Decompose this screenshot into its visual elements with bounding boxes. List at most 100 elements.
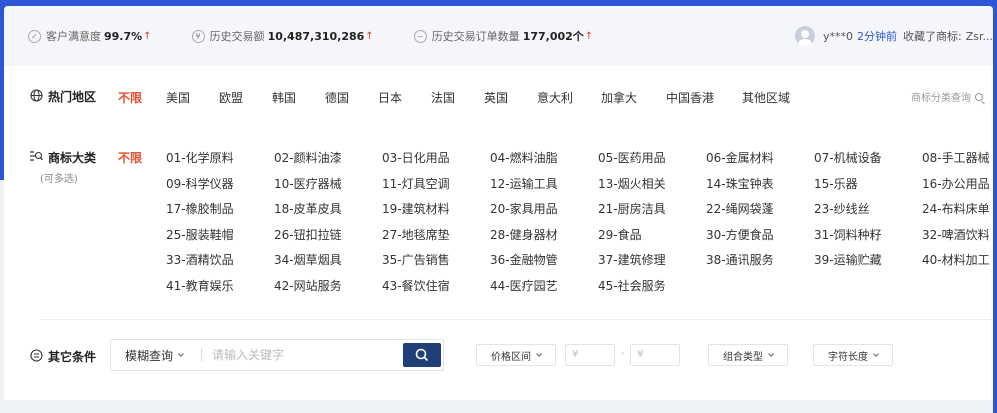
trademark-class-option[interactable]: 01-化学原料 — [166, 149, 234, 166]
chart-icon: ~ — [413, 29, 427, 43]
trademark-class-option[interactable]: 29-食品 — [598, 226, 642, 243]
trademark-class-option[interactable]: 31-饲料种籽 — [814, 226, 882, 243]
trademark-class-option[interactable]: 18-皮革皮具 — [274, 200, 342, 217]
search-mode-label: 模糊查询 — [125, 348, 174, 363]
combo-type-select[interactable]: 组合类型 — [708, 344, 788, 366]
trademark-class-option[interactable]: 08-手工器械 — [922, 149, 990, 166]
stat-value: 10,487,310,286 — [267, 29, 365, 43]
char-length-select[interactable]: 字符长度 — [813, 344, 893, 366]
stat-label: 历史交易订单数量 — [431, 30, 520, 43]
trademark-class-option[interactable]: 42-网站服务 — [274, 277, 342, 294]
list-icon — [30, 150, 43, 165]
yen-icon: ¥ — [191, 29, 205, 43]
activity-ticker: y***0 2分钟前 收藏了商标: Zsr... — [794, 6, 993, 66]
trademark-class-option[interactable]: 37-建筑修理 — [598, 251, 666, 268]
price-range-label: 价格区间 — [491, 351, 531, 363]
stat-value: 99.7% — [104, 29, 143, 43]
chevron-down-icon — [178, 351, 184, 357]
region-option[interactable]: 韩国 — [272, 89, 296, 106]
region-option[interactable]: 中国香港 — [666, 89, 714, 106]
trademark-class-option[interactable]: 25-服装鞋帽 — [166, 226, 234, 243]
trademark-class-option[interactable]: 09-科学仪器 — [166, 175, 234, 192]
trademark-class-option[interactable]: 19-建筑材料 — [382, 200, 450, 217]
search-button[interactable] — [403, 343, 441, 367]
region-unlimited-option[interactable]: 不限 — [118, 89, 142, 106]
stat-label: 历史交易额 — [209, 30, 265, 43]
trademark-class-option[interactable]: 34-烟草烟具 — [274, 251, 342, 268]
region-option[interactable]: 法国 — [431, 89, 455, 106]
price-max-input[interactable]: ¥ — [630, 344, 680, 366]
trademark-class-option[interactable]: 02-颜料油漆 — [274, 149, 342, 166]
trademark-class-option[interactable]: 06-金属材料 — [706, 149, 774, 166]
trademark-class-option[interactable]: 22-绳网袋蓬 — [706, 200, 774, 217]
ticker-time: 2分钟前 — [857, 30, 897, 43]
trademark-class-option[interactable]: 13-烟火相关 — [598, 175, 666, 192]
trademark-class-option[interactable]: 23-纱线丝 — [814, 200, 870, 217]
trademark-class-option[interactable]: 41-教育娱乐 — [166, 277, 234, 294]
trademark-class-option[interactable]: 44-医疗园艺 — [490, 277, 558, 294]
chevron-down-icon — [768, 351, 774, 357]
trademark-class-option[interactable]: 24-布料床单 — [922, 200, 990, 217]
ticker-user: y***0 — [822, 29, 853, 43]
trademark-class-option[interactable]: 27-地毯席垫 — [382, 226, 450, 243]
region-option[interactable]: 英国 — [484, 89, 508, 106]
trademark-class-option[interactable]: 17-橡胶制品 — [166, 200, 234, 217]
trademark-class-option[interactable]: 32-啤酒饮料 — [922, 226, 990, 243]
category-search-label: 商标分类查询 — [911, 93, 971, 104]
price-separator: - — [621, 348, 625, 359]
trademark-class-option[interactable]: 45-社会服务 — [598, 277, 666, 294]
multi-select-hint: (可多选) — [40, 174, 78, 185]
stat-value: 177,002个 — [522, 30, 584, 43]
trademark-class-option[interactable]: 07-机械设备 — [814, 149, 882, 166]
ticker-item[interactable]: Zsr... — [966, 30, 993, 43]
trademark-class-option[interactable]: 10-医疗器械 — [274, 175, 342, 192]
trademark-class-option[interactable]: 38-通讯服务 — [706, 251, 774, 268]
filter-icon — [30, 348, 43, 365]
region-option[interactable]: 欧盟 — [219, 89, 243, 106]
trademark-class-option[interactable]: 35-广告销售 — [382, 251, 450, 268]
keyword-input[interactable] — [202, 348, 403, 362]
filter-panel: ✓ 客户满意度 99.7% ↑ ¥ 历史交易额 10,487,310,286 ↑… — [4, 6, 993, 406]
trademark-class-option[interactable]: 36-金融物管 — [490, 251, 558, 268]
trademark-class-option[interactable]: 33-酒精饮品 — [166, 251, 234, 268]
trademark-classes-title: 商标大类 — [48, 151, 97, 165]
other-conditions-title: 其它条件 — [48, 350, 97, 364]
category-search-link[interactable]: 商标分类查询 — [911, 89, 983, 104]
background-edge-right — [993, 0, 997, 413]
stat-transaction-amount: ¥ 历史交易额 10,487,310,286 ↑ — [191, 28, 374, 44]
search-icon — [975, 92, 983, 101]
region-option[interactable]: 意大利 — [537, 89, 573, 106]
trademark-class-option[interactable]: 04-燃料油脂 — [490, 149, 558, 166]
trademark-class-option[interactable]: 05-医药用品 — [598, 149, 666, 166]
region-option[interactable]: 其他区域 — [742, 89, 790, 106]
keyword-search-box: 模糊查询 — [110, 339, 444, 371]
trademark-class-option[interactable]: 39-运输贮藏 — [814, 251, 882, 268]
trademark-classes-label: 商标大类 — [30, 149, 96, 166]
trademark-class-option[interactable]: 14-珠宝钟表 — [706, 175, 774, 192]
search-icon — [415, 348, 429, 362]
trademark-class-option[interactable]: 26-钮扣拉链 — [274, 226, 342, 243]
class-unlimited-option[interactable]: 不限 — [118, 149, 142, 166]
trademark-class-option[interactable]: 40-材料加工 — [922, 251, 990, 268]
trademark-class-option[interactable]: 11-灯具空调 — [382, 175, 450, 192]
trademark-class-option[interactable]: 16-办公用品 — [922, 175, 990, 192]
price-range-select[interactable]: 价格区间 — [476, 344, 556, 366]
price-min-input[interactable]: ¥ — [565, 344, 615, 366]
region-option[interactable]: 加拿大 — [601, 89, 637, 106]
trademark-class-option[interactable]: 43-餐饮住宿 — [382, 277, 450, 294]
trademark-class-option[interactable]: 20-家具用品 — [490, 200, 558, 217]
trademark-class-option[interactable]: 12-运输工具 — [490, 175, 558, 192]
region-option[interactable]: 美国 — [166, 89, 190, 106]
region-option[interactable]: 日本 — [378, 89, 402, 106]
trademark-class-option[interactable]: 30-方便食品 — [706, 226, 774, 243]
trademark-class-option[interactable]: 03-日化用品 — [382, 149, 450, 166]
hot-regions-label: 热门地区 — [30, 88, 96, 105]
trademark-class-option[interactable]: 21-厨房洁具 — [598, 200, 666, 217]
stat-order-count: ~ 历史交易订单数量 177,002个 ↑ — [413, 28, 593, 44]
stat-label: 客户满意度 — [46, 30, 101, 43]
trademark-class-option[interactable]: 15-乐器 — [814, 175, 858, 192]
search-mode-select[interactable]: 模糊查询 — [111, 347, 201, 364]
combo-type-label: 组合类型 — [723, 351, 763, 363]
trademark-class-option[interactable]: 28-健身器材 — [490, 226, 558, 243]
region-option[interactable]: 德国 — [325, 89, 349, 106]
